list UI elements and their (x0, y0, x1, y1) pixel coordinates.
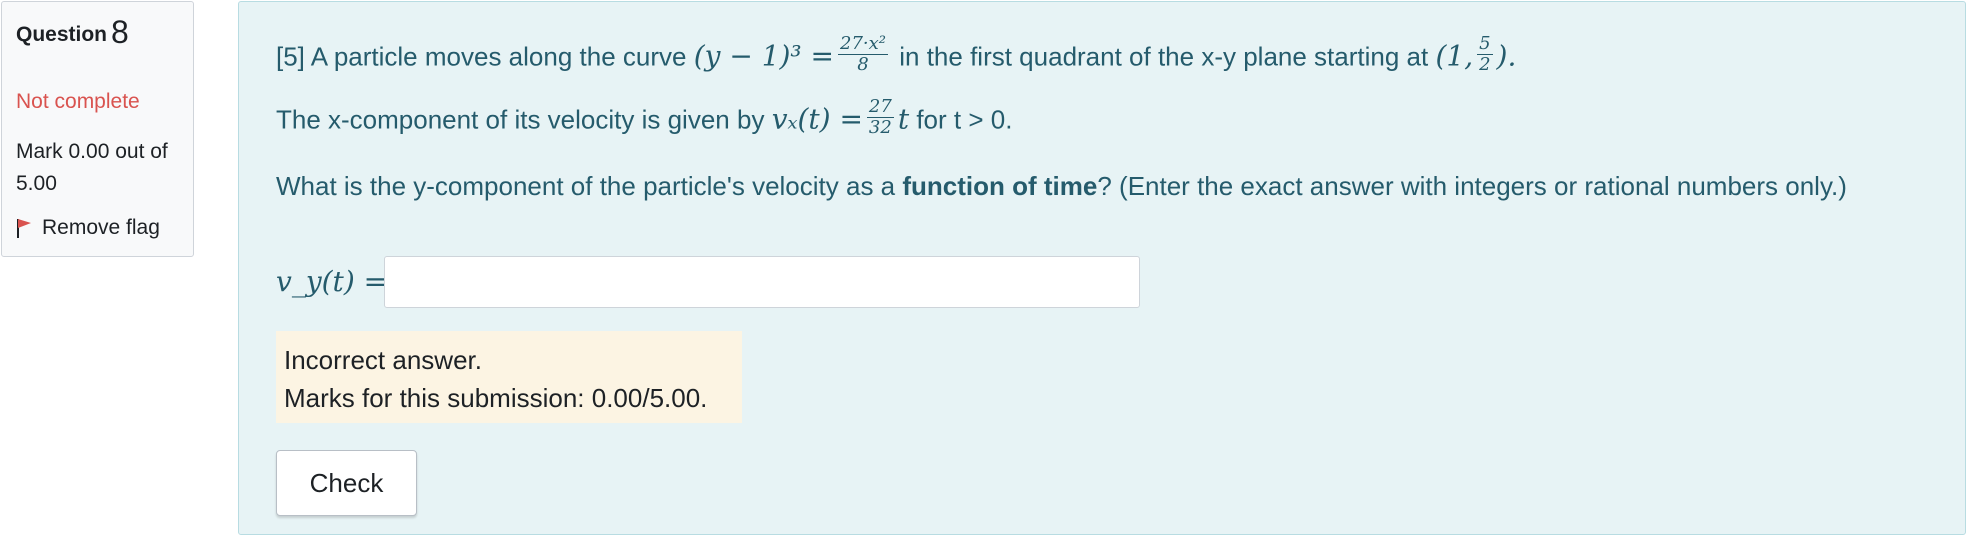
question-text: for t > 0. (916, 104, 1013, 135)
fraction-denominator: 8 (857, 54, 869, 75)
question-info-panel: Question 8 Not complete Mark 0.00 out of … (1, 1, 194, 257)
question-line-1: [5] A particle moves along the curve (y … (276, 34, 1517, 79)
vx-equation-lhs: vₓ(t) = (771, 102, 863, 136)
remove-flag-label: Remove flag (42, 216, 160, 239)
feedback-box: Incorrect answer. Marks for this submiss… (276, 331, 742, 423)
start-point-close: ). (1496, 39, 1517, 73)
question-number-value: 8 (111, 14, 129, 50)
question-line-2: The x-component of its velocity is given… (276, 97, 1013, 142)
fraction-numerator: 5 (1477, 33, 1493, 55)
remove-flag-link[interactable]: Remove flag (16, 216, 160, 240)
question-text: What is the y-component of the particle'… (276, 171, 896, 201)
question-text: [5] A particle moves along the curve (276, 41, 687, 72)
check-button[interactable]: Check (276, 450, 417, 516)
start-point-open: (1, (1435, 39, 1474, 73)
question-label: Question (16, 23, 108, 46)
curve-equation-lhs: (y − 1)³ = (693, 39, 835, 73)
curve-equation-fraction: 27·x² 8 (838, 33, 889, 75)
question-number: Question 8 (16, 14, 129, 51)
question-grade: Mark 0.00 out of 5.00 (16, 140, 168, 195)
question-text: in the first quadrant of the x-y plane s… (899, 41, 1429, 72)
fraction-denominator: 2 (1479, 54, 1491, 75)
question-line-3: What is the y-component of the particle'… (276, 166, 1936, 207)
flag-icon (17, 219, 31, 238)
fraction-numerator: 27·x² (838, 33, 889, 55)
question-emphasis: function of time (902, 171, 1098, 201)
feedback-marks: Marks for this submission: 0.00/5.00. (284, 383, 708, 413)
fraction-numerator: 27 (866, 96, 894, 118)
start-point-fraction: 52 (1477, 33, 1493, 75)
vx-variable-t: t (897, 102, 910, 136)
question-state: Not complete (16, 90, 140, 113)
feedback-result: Incorrect answer. (284, 345, 482, 375)
answer-label: v_y(t) = (276, 265, 388, 298)
vx-fraction: 27 32 (866, 96, 894, 138)
question-text: The x-component of its velocity is given… (276, 104, 765, 135)
question-content: [5] A particle moves along the curve (y … (238, 1, 1966, 535)
answer-input[interactable] (384, 256, 1140, 308)
question-text: ? (Enter the exact answer with integers … (1097, 171, 1847, 201)
fraction-denominator: 32 (868, 117, 892, 138)
